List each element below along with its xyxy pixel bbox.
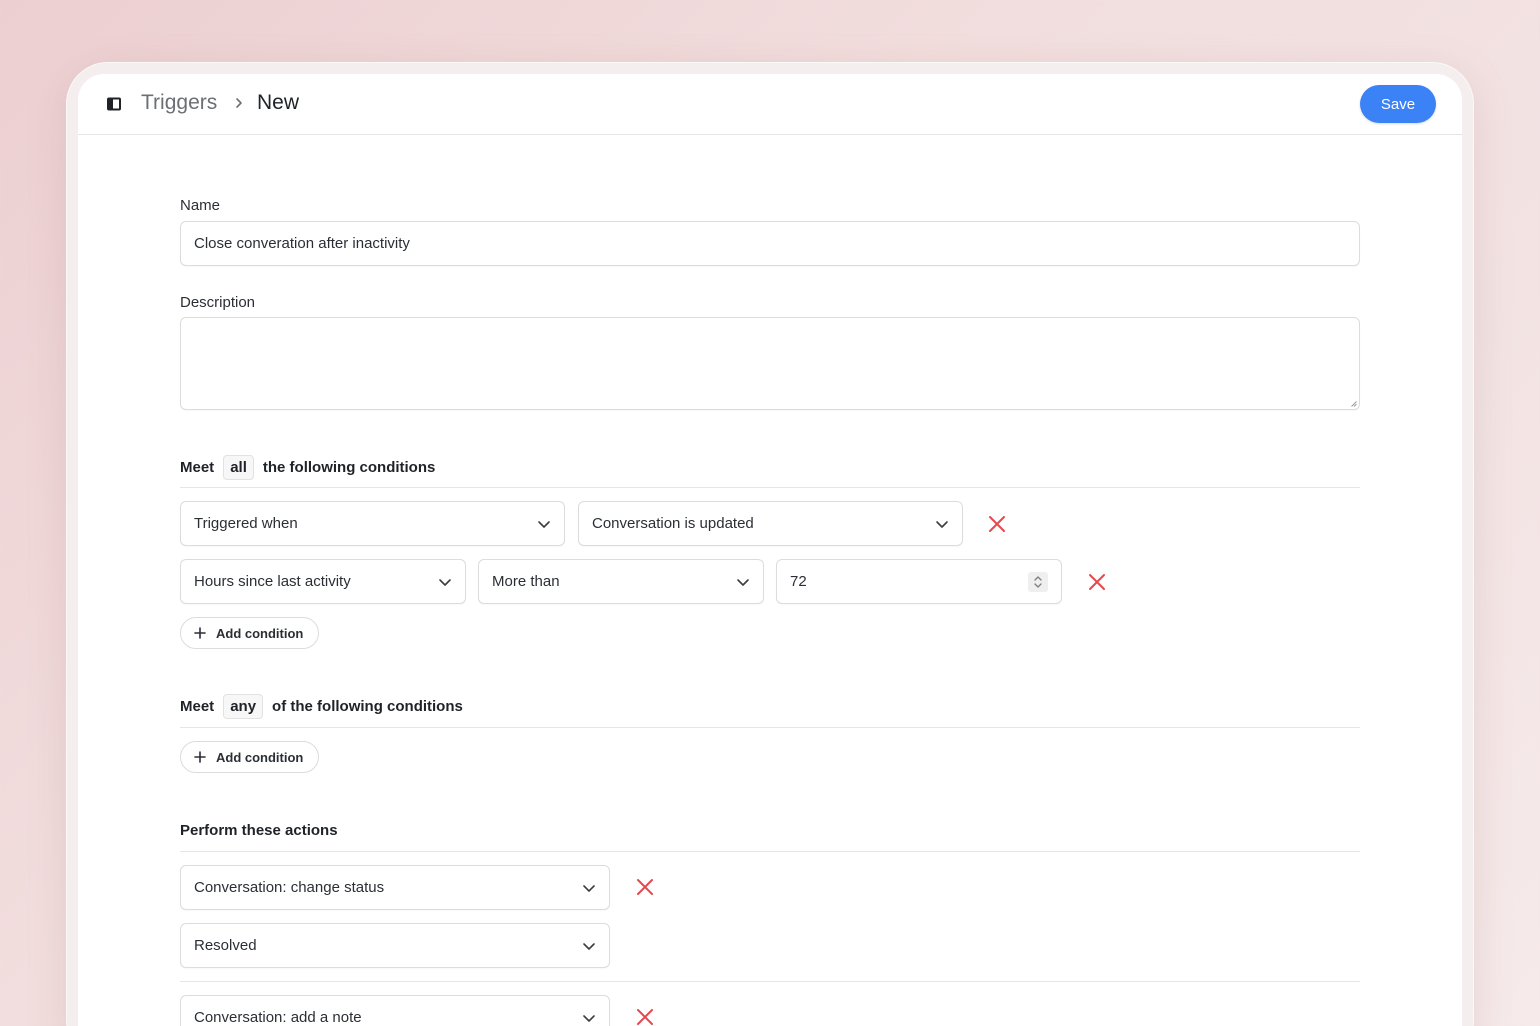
actions-title: Perform these actions (180, 822, 338, 839)
all-conditions-heading: Meet all the following conditions (180, 455, 435, 480)
condition-2-operator-value: More than (492, 573, 560, 590)
any-conditions-suffix: of the following conditions (272, 698, 463, 715)
all-quantifier-toggle[interactable]: all (223, 455, 254, 480)
remove-action-1-icon[interactable] (636, 878, 654, 896)
action-divider (180, 981, 1360, 982)
chevron-down-icon (538, 520, 550, 528)
all-conditions-prefix: Meet (180, 459, 215, 476)
save-button[interactable]: Save (1360, 85, 1436, 123)
all-conditions-suffix: the following conditions (262, 459, 436, 476)
chevron-down-icon (936, 520, 948, 528)
remove-action-2-icon[interactable] (636, 1008, 654, 1026)
any-conditions-divider (180, 727, 1360, 728)
condition-1-field-value: Triggered when (194, 515, 298, 532)
app-window: Triggers New Save Name Close converation… (78, 74, 1462, 1026)
name-label: Name (180, 197, 221, 214)
name-input[interactable]: Close converation after inactivity (180, 221, 1360, 266)
any-conditions-heading: Meet any of the following conditions (180, 694, 463, 719)
condition-2-field-value: Hours since last activity (194, 573, 351, 590)
chevron-down-icon (439, 578, 451, 586)
action-2-type-value: Conversation: add a note (194, 1009, 362, 1026)
any-quantifier-toggle[interactable]: any (223, 694, 264, 719)
condition-2-field-select[interactable]: Hours since last activity (180, 559, 466, 604)
add-any-condition-label: Add condition (216, 749, 304, 765)
remove-condition-2-icon[interactable] (1088, 573, 1106, 591)
condition-1-operator-value: Conversation is updated (592, 515, 754, 532)
add-all-condition-label: Add condition (216, 625, 304, 641)
breadcrumb-triggers[interactable]: Triggers (141, 91, 217, 115)
condition-2-operator-select[interactable]: More than (478, 559, 764, 604)
top-bar: Triggers New Save (78, 74, 1462, 135)
all-conditions-divider (180, 487, 1360, 488)
action-1-value: Resolved (194, 937, 257, 954)
add-any-condition-button[interactable]: Add condition (180, 741, 320, 773)
name-input-value: Close converation after inactivity (194, 235, 410, 252)
chevron-down-icon (737, 578, 749, 586)
number-stepper[interactable] (1028, 571, 1048, 592)
stepper-icon (1034, 575, 1042, 588)
chevron-down-icon (583, 942, 595, 950)
remove-condition-1-icon[interactable] (988, 515, 1006, 533)
actions-heading: Perform these actions (180, 822, 338, 839)
description-textarea[interactable] (180, 317, 1360, 410)
action-1-type-select[interactable]: Conversation: change status (180, 865, 610, 910)
any-conditions-prefix: Meet (180, 698, 215, 715)
chevron-down-icon (583, 884, 595, 892)
action-1-type-value: Conversation: change status (194, 879, 385, 896)
condition-2-value-input[interactable]: 72 (776, 559, 1062, 604)
plus-icon (194, 751, 206, 763)
actions-divider (180, 851, 1360, 852)
add-all-condition-button[interactable]: Add condition (180, 617, 320, 649)
resize-grip-icon[interactable] (1351, 401, 1357, 407)
plus-icon (194, 627, 206, 639)
chevron-right-icon (236, 98, 242, 108)
condition-2-value: 72 (790, 573, 807, 590)
page-title: New (257, 91, 300, 114)
condition-1-operator-select[interactable]: Conversation is updated (578, 501, 963, 546)
sidebar-toggle-icon[interactable] (107, 97, 121, 111)
action-1-value-select[interactable]: Resolved (180, 923, 610, 968)
condition-1-field-select[interactable]: Triggered when (180, 501, 565, 546)
description-label: Description (180, 294, 256, 311)
chevron-down-icon (583, 1014, 595, 1022)
action-2-type-select[interactable]: Conversation: add a note (180, 995, 610, 1026)
